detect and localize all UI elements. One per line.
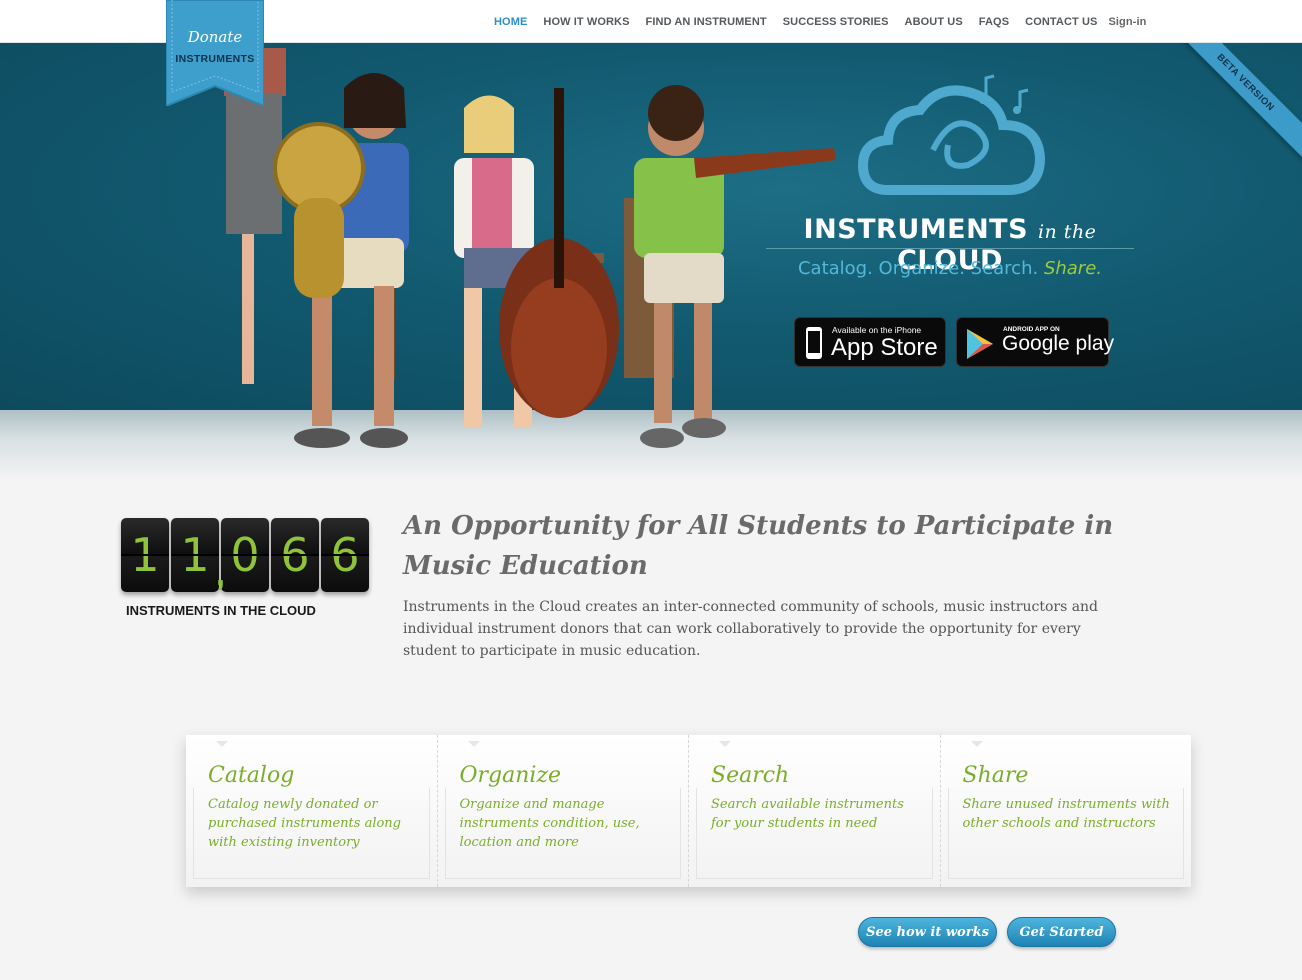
google-play-label: Google play bbox=[1002, 332, 1115, 355]
donate-instruments-ribbon[interactable]: Donate INSTRUMENTS bbox=[166, 0, 264, 106]
main-nav: HOME HOW IT WORKS FIND AN INSTRUMENT SUC… bbox=[486, 0, 1154, 43]
brand-word-in-the: in the bbox=[1037, 221, 1097, 243]
beta-version-ribbon: BETA VERSION bbox=[1162, 43, 1302, 166]
feature-title: Organize bbox=[459, 763, 562, 788]
feature-title: Catalog bbox=[208, 763, 295, 788]
counter-comma: , bbox=[216, 556, 225, 592]
brand-word-instruments: INSTRUMENTS bbox=[803, 214, 1029, 245]
instruments-label: INSTRUMENTS bbox=[175, 53, 255, 65]
nav-how-it-works[interactable]: HOW IT WORKS bbox=[535, 16, 637, 28]
get-started-button[interactable]: Get Started bbox=[1007, 917, 1116, 947]
students-with-instruments-image bbox=[224, 48, 836, 448]
tab-notch bbox=[467, 741, 480, 747]
tagline-share: Share. bbox=[1043, 258, 1102, 279]
google-play-button[interactable]: ANDROID APP ON Google play bbox=[956, 317, 1114, 367]
counter-digit: 1 bbox=[171, 518, 219, 592]
nav-contact-us[interactable]: CONTACT US bbox=[1017, 16, 1105, 28]
features-panel: Catalog Catalog newly donated or purchas… bbox=[186, 735, 1191, 887]
cloud-logo-icon bbox=[858, 74, 1046, 195]
google-play-icon bbox=[967, 329, 993, 359]
feature-title: Search bbox=[711, 763, 790, 788]
page-headline: An Opportunity for All Students to Parti… bbox=[403, 511, 1114, 581]
tagline: Catalog. Organize. Search. Share. bbox=[766, 258, 1134, 279]
counter-digit: 6 bbox=[321, 518, 369, 592]
nav-find-an-instrument[interactable]: FIND AN INSTRUMENT bbox=[638, 16, 775, 28]
nav-sign-in[interactable]: Sign-in bbox=[1105, 16, 1154, 28]
counter-label: INSTRUMENTS IN THE CLOUD bbox=[126, 603, 316, 618]
feature-share: Share Share unused instruments with othe… bbox=[940, 735, 1191, 887]
feature-description: Search available instruments for your st… bbox=[711, 797, 904, 831]
nav-faqs[interactable]: FAQS bbox=[971, 16, 1017, 28]
iphone-icon bbox=[806, 327, 822, 359]
app-store-button[interactable]: Available on the iPhone App Store bbox=[794, 317, 946, 367]
counter-digit: 0 bbox=[221, 518, 269, 592]
tagline-main: Catalog. Organize. Search. bbox=[797, 258, 1039, 279]
nav-about-us[interactable]: ABOUT US bbox=[897, 16, 971, 28]
feature-catalog: Catalog Catalog newly donated or purchas… bbox=[186, 735, 438, 887]
tab-notch bbox=[970, 741, 983, 747]
tab-notch bbox=[216, 741, 228, 747]
nav-success-stories[interactable]: SUCCESS STORIES bbox=[775, 16, 897, 28]
feature-organize: Organize Organize and manage instruments… bbox=[437, 735, 689, 887]
counter-digit: 6 bbox=[271, 518, 319, 592]
feature-description: Catalog newly donated or purchased instr… bbox=[208, 797, 401, 850]
intro-paragraph: Instruments in the Cloud creates an inte… bbox=[403, 599, 1099, 659]
feature-description: Organize and manage instruments conditio… bbox=[459, 797, 640, 850]
brand-divider bbox=[766, 248, 1134, 249]
counter-digit: 1 bbox=[121, 518, 169, 592]
feature-description: Share unused instruments with other scho… bbox=[962, 797, 1170, 831]
feature-search: Search Search available instruments for … bbox=[689, 735, 941, 887]
see-how-it-works-button[interactable]: See how it works bbox=[858, 917, 997, 947]
app-store-label: App Store bbox=[831, 334, 938, 361]
nav-home[interactable]: HOME bbox=[486, 16, 535, 28]
instrument-counter: 1 1 0 6 6 bbox=[121, 518, 369, 592]
feature-title: Share bbox=[962, 763, 1029, 788]
donate-label: Donate bbox=[187, 28, 243, 46]
tab-notch bbox=[719, 741, 731, 747]
